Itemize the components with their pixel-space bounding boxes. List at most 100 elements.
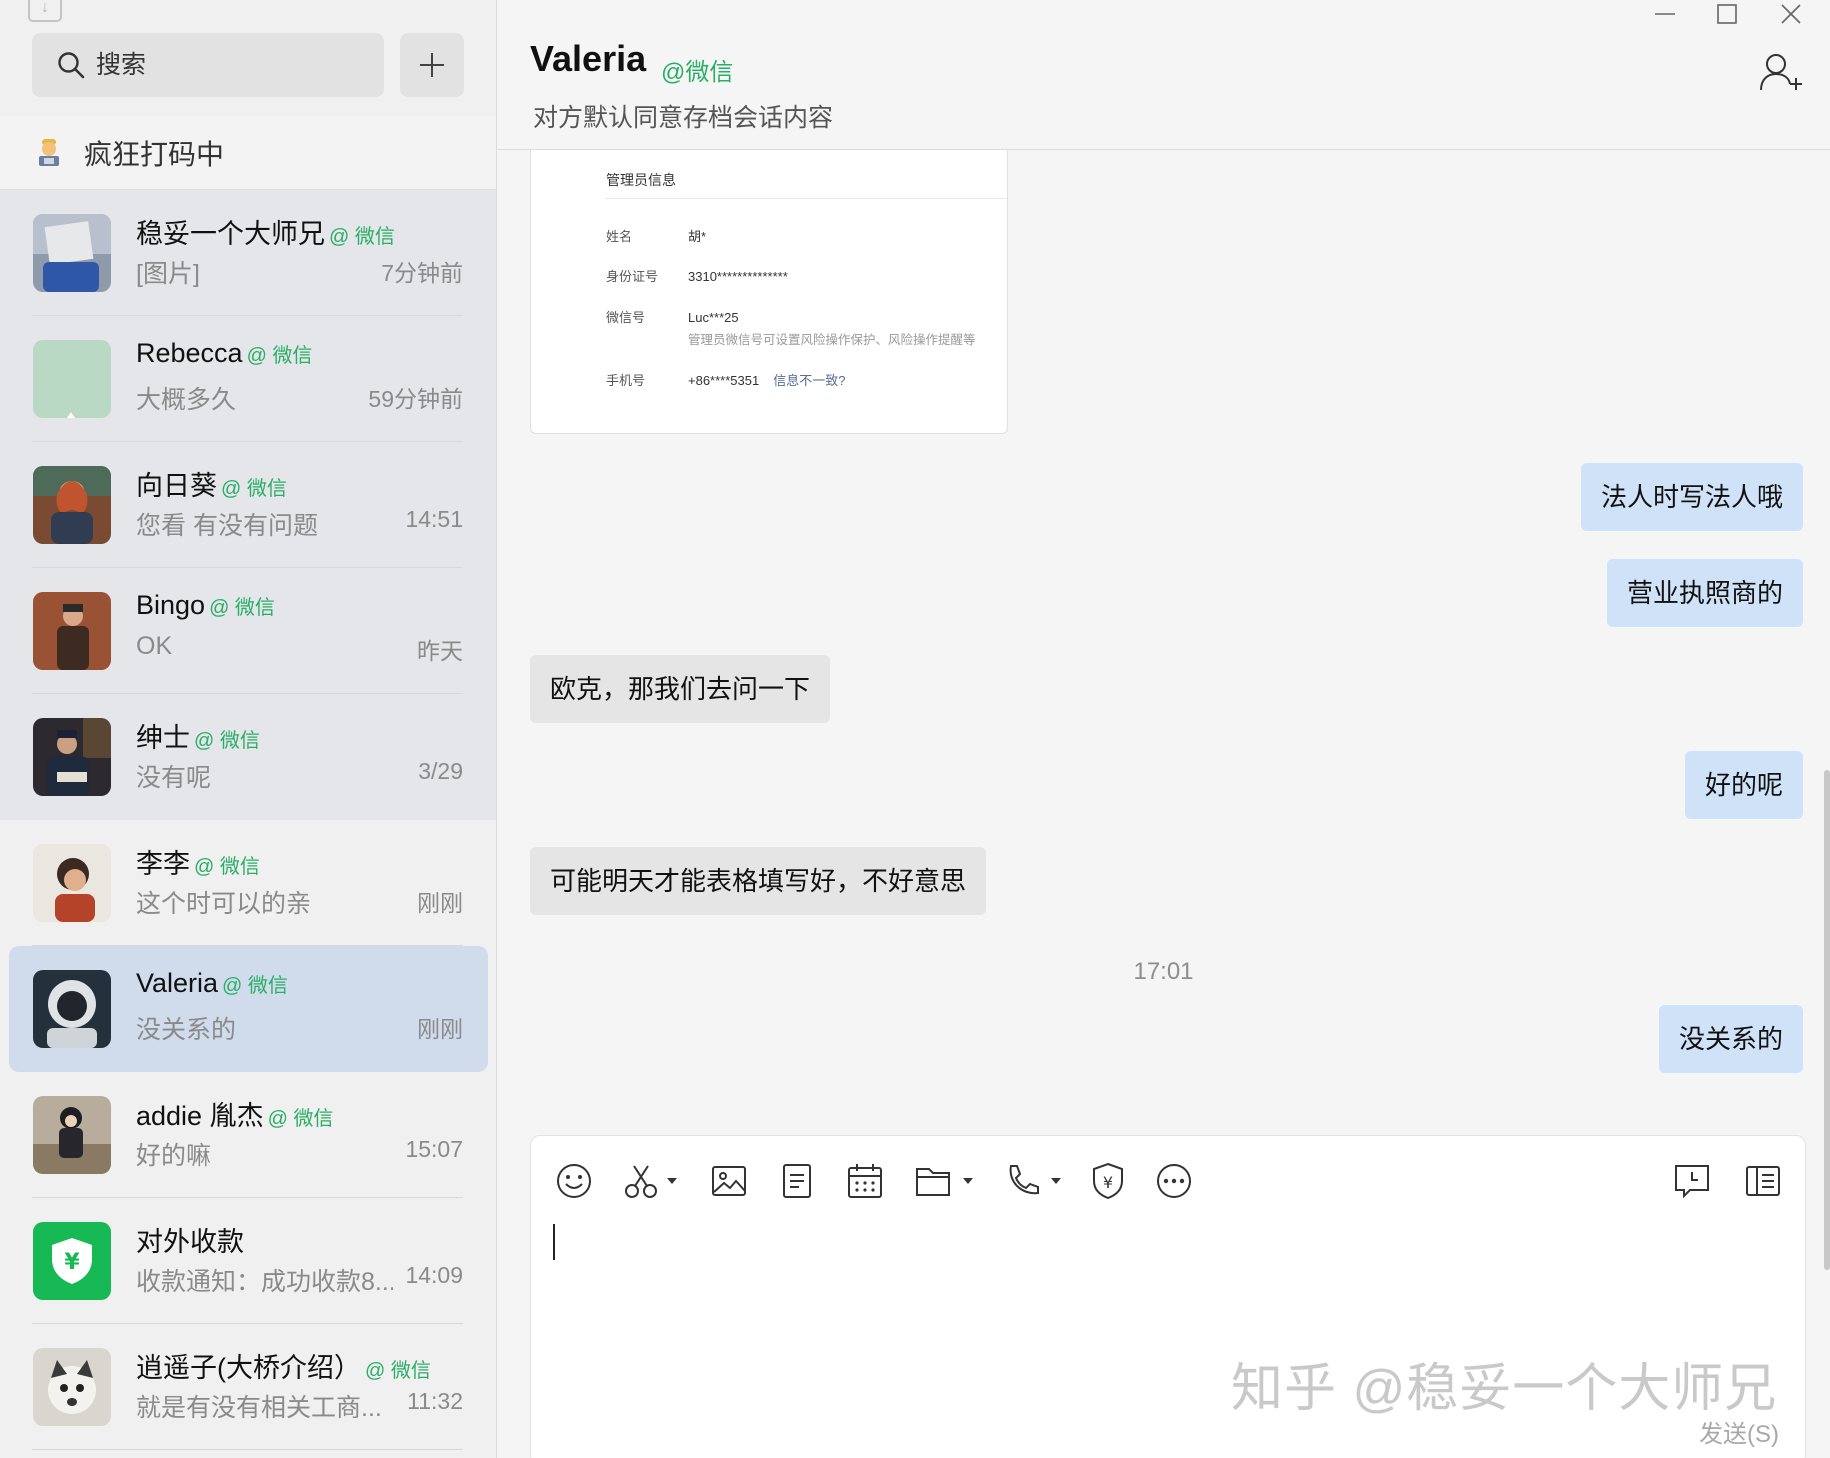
chat-item[interactable]: 绅士 @ 微信 没有呢 3/29 bbox=[0, 694, 496, 820]
chat-time: 59分钟前 bbox=[368, 386, 463, 412]
svg-text:¥: ¥ bbox=[64, 1250, 80, 1275]
call-button[interactable] bbox=[1003, 1160, 1063, 1202]
chat-item[interactable]: 稳妥一个大师兄 @ 微信 [图片] 7分钟前 bbox=[0, 190, 496, 316]
chat-name: 向日葵 bbox=[136, 471, 217, 501]
avatar bbox=[33, 592, 111, 670]
calendar-button[interactable] bbox=[847, 1160, 883, 1202]
chat-time: 刚刚 bbox=[417, 1016, 463, 1042]
search-icon bbox=[58, 52, 85, 79]
chat-history-button[interactable] bbox=[1673, 1160, 1711, 1202]
avatar bbox=[33, 466, 111, 544]
chat-time: 7分钟前 bbox=[381, 260, 463, 286]
scissors-icon bbox=[625, 1165, 677, 1198]
chat-text: Rebecca @ 微信 大概多久 59分钟前 bbox=[136, 338, 463, 416]
chat-name: Valeria bbox=[136, 968, 219, 998]
chat-preview: 好的嘛 bbox=[136, 1142, 212, 1170]
chat-name: Rebecca bbox=[136, 338, 243, 368]
chat-panel: Valeria @微信 对方默认同意存档会话内容 管理员信息 姓名 胡* 身份证号… bbox=[497, 0, 1830, 1458]
message-bubble-outgoing[interactable]: 法人时写法人哦 bbox=[1580, 463, 1803, 531]
chat-text: 稳妥一个大师兄 @ 微信 [图片] 7分钟前 bbox=[136, 212, 463, 290]
card-title: 管理员信息 bbox=[606, 172, 676, 188]
screenshot-button[interactable] bbox=[623, 1160, 677, 1202]
add-button[interactable] bbox=[400, 33, 464, 97]
close-button[interactable] bbox=[1766, 0, 1816, 28]
message-timestamp: 17:01 bbox=[1133, 958, 1194, 985]
message-area[interactable]: 管理员信息 姓名 胡* 身份证号 3310************** 微信号 Luc… bbox=[497, 150, 1830, 1270]
chat-item[interactable]: Rebecca @ 微信 大概多久 59分钟前 bbox=[0, 316, 496, 442]
chat-item[interactable]: Bingo @ 微信 OK 昨天 bbox=[0, 568, 496, 694]
minimize-button[interactable] bbox=[1640, 0, 1690, 28]
wechat-tag: @ 微信 bbox=[194, 730, 260, 752]
sidebar-toggle-icon bbox=[1746, 1166, 1780, 1196]
image-button[interactable] bbox=[711, 1160, 747, 1202]
chat-item[interactable]: 向日葵 @ 微信 您看 有没有问题 14:51 bbox=[0, 442, 496, 568]
message-bubble-outgoing[interactable]: 没关系的 bbox=[1658, 1005, 1803, 1073]
avatar bbox=[33, 1096, 111, 1174]
wechat-tag: @ 微信 bbox=[365, 1360, 431, 1382]
chat-name: 逍遥子(大桥介绍） bbox=[136, 1353, 361, 1383]
phone-icon bbox=[1009, 1165, 1061, 1195]
search-box[interactable] bbox=[32, 33, 384, 97]
payment-button[interactable]: ¥ bbox=[1091, 1160, 1125, 1202]
chat-text: Bingo @ 微信 OK 昨天 bbox=[136, 590, 463, 666]
message-composer[interactable]: ¥ 知乎 @稳妥一个大师兄 发送(S) bbox=[530, 1135, 1806, 1458]
sidebar-toggle-button[interactable] bbox=[1745, 1160, 1781, 1202]
chat-text: addie 胤杰 @ 微信 好的嘛 15:07 bbox=[136, 1094, 463, 1172]
card-note: 管理员微信号可设置风险操作保护、风险操作提醒等 bbox=[688, 333, 976, 347]
search-input[interactable] bbox=[96, 50, 346, 80]
chat-text: 向日葵 @ 微信 您看 有没有问题 14:51 bbox=[136, 464, 463, 542]
chat-name: Bingo bbox=[136, 590, 206, 620]
message-bubble-outgoing[interactable]: 营业执照商的 bbox=[1606, 559, 1803, 627]
avatar bbox=[33, 214, 111, 292]
chat-title-tag: @微信 bbox=[661, 59, 734, 86]
chat-item[interactable]: 李李 @ 微信 这个时可以的亲 刚刚 bbox=[0, 820, 496, 946]
message-bubble-incoming[interactable]: 欧克，那我们去问一下 bbox=[530, 655, 831, 723]
message-bubble-outgoing[interactable]: 好的呢 bbox=[1684, 751, 1803, 819]
folder-icon bbox=[916, 1168, 973, 1196]
calendar-icon bbox=[848, 1164, 882, 1198]
chat-text: Valeria @ 微信 没关系的 刚刚 bbox=[136, 968, 463, 1046]
chat-time: 3/29 bbox=[418, 758, 463, 784]
payment-icon: ¥ bbox=[1093, 1162, 1123, 1200]
avatar bbox=[33, 844, 111, 922]
scrollbar[interactable] bbox=[1824, 770, 1830, 1270]
file-button[interactable] bbox=[915, 1160, 973, 1202]
chat-name: 稳妥一个大师兄 bbox=[136, 219, 325, 249]
maximize-icon bbox=[1717, 4, 1737, 24]
chat-item[interactable]: ¥ 对外收款 收款通知：成功收款8... 14:09 bbox=[0, 1198, 496, 1324]
status-bar[interactable]: 疯狂打码中 bbox=[0, 116, 496, 190]
more-button[interactable] bbox=[1155, 1160, 1193, 1202]
chat-preview: 大概多久 bbox=[136, 386, 237, 414]
avatar bbox=[33, 1348, 111, 1426]
chat-text: 对外收款 收款通知：成功收款8... 14:09 bbox=[136, 1220, 463, 1298]
maximize-button[interactable] bbox=[1702, 0, 1752, 28]
wechat-tag: @ 微信 bbox=[267, 1108, 334, 1130]
chat-time: 15:07 bbox=[405, 1136, 463, 1162]
send-button[interactable]: 发送(S) bbox=[1699, 1414, 1779, 1449]
more-icon bbox=[1157, 1164, 1191, 1198]
chat-item[interactable]: 逍遥子(大桥介绍） @ 微信 就是有没有相关工商... 11:32 bbox=[0, 1324, 496, 1450]
chat-name: 对外收款 bbox=[136, 1227, 244, 1257]
wechat-tag: @ 微信 bbox=[246, 345, 313, 367]
emoji-button[interactable] bbox=[555, 1160, 593, 1202]
card-divider bbox=[606, 198, 1007, 199]
chat-preview: 您看 有没有问题 bbox=[136, 512, 318, 540]
add-contact-icon[interactable] bbox=[1758, 52, 1804, 92]
chat-item[interactable]: addie 胤杰 @ 微信 好的嘛 15:07 bbox=[0, 1072, 496, 1198]
document-button[interactable] bbox=[781, 1160, 813, 1202]
image-message-card[interactable]: 管理员信息 姓名 胡* 身份证号 3310************** 微信号 Luc… bbox=[530, 150, 1008, 434]
chat-name: addie 胤杰 bbox=[136, 1101, 264, 1131]
wechat-tag: @ 微信 bbox=[209, 597, 275, 619]
card-row: 姓名 胡* bbox=[606, 229, 707, 244]
message-bubble-incoming[interactable]: 可能明天才能表格填写好，不好意思 bbox=[530, 847, 987, 915]
chat-time: 11:32 bbox=[407, 1388, 463, 1414]
chat-time: 14:09 bbox=[405, 1262, 463, 1288]
chat-item-selected[interactable]: Valeria @ 微信 没关系的 刚刚 bbox=[9, 946, 488, 1072]
download-icon[interactable]: ↓ bbox=[28, 0, 62, 22]
chat-time: 昨天 bbox=[417, 638, 463, 664]
status-text: 疯狂打码中 bbox=[84, 138, 225, 170]
chat-preview: 没关系的 bbox=[136, 1016, 237, 1044]
card-row: 微信号 Luc***25 bbox=[606, 310, 739, 325]
chat-preview: [图片] bbox=[136, 260, 200, 288]
svg-text:¥: ¥ bbox=[1103, 1173, 1113, 1192]
